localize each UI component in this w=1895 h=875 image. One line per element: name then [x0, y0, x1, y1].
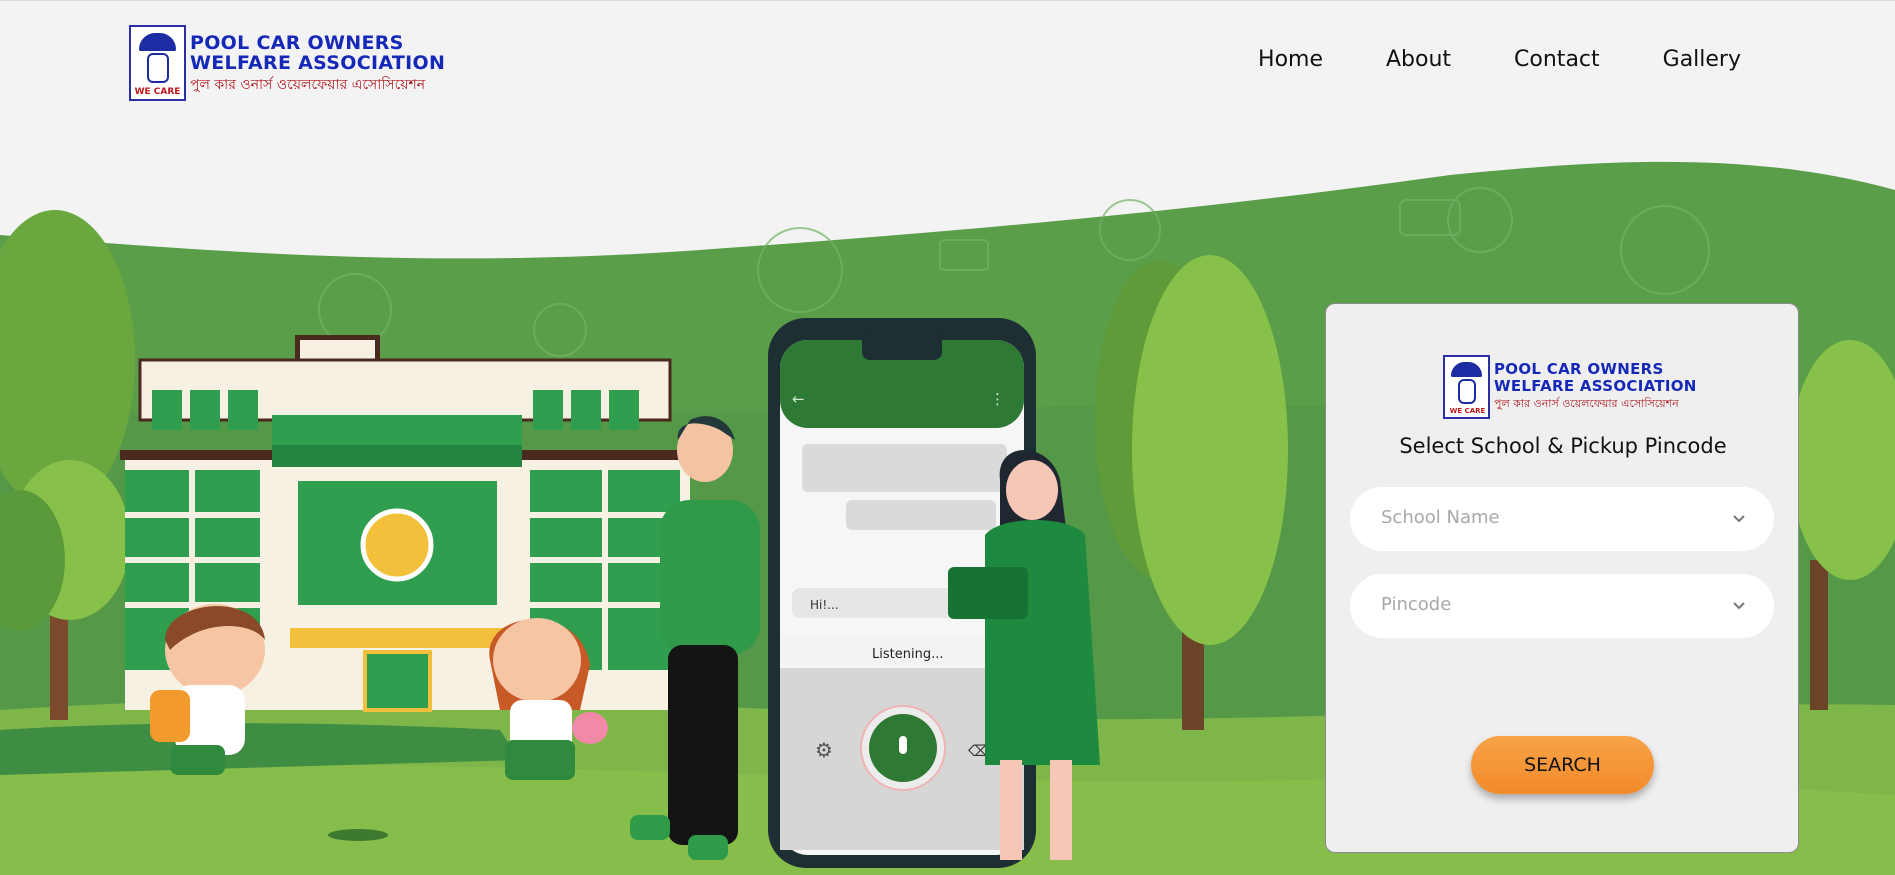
more-vert-icon: ⋮: [990, 390, 1005, 408]
logo-title-line2: WELFARE ASSOCIATION: [190, 52, 446, 74]
chevron-down-icon: [1733, 515, 1745, 523]
card-logo-bengali: পুল কার ওনার্স ওয়েলফেয়ার এসোসিয়েশন: [1494, 397, 1679, 410]
school-name-placeholder: School Name: [1381, 507, 1500, 528]
logo-title-line1: POOL CAR OWNERS: [190, 32, 404, 54]
logo-bengali-title: পুল কার ওনার্স ওয়েলফেয়ার এসোসিয়েশন: [190, 77, 426, 93]
school-clock: [360, 508, 434, 582]
phone-greeting: Hi!...: [810, 598, 839, 612]
phone-status: Listening...: [872, 647, 943, 662]
logo-emblem: WE CARE: [129, 25, 186, 101]
search-button[interactable]: SEARCH: [1471, 736, 1654, 794]
logo-badge: WE CARE: [1449, 407, 1486, 415]
pincode-select[interactable]: Pincode: [1350, 574, 1774, 638]
logo-emblem: WE CARE: [1443, 355, 1490, 419]
site-logo[interactable]: WE CARE POOL CAR OWNERS WELFARE ASSOCIAT…: [129, 25, 445, 101]
gear-icon: ⚙: [815, 738, 833, 762]
card-title: Select School & Pickup Pincode: [1399, 434, 1727, 458]
card-logo: WE CARE POOL CAR OWNERS WELFARE ASSOCIAT…: [1443, 355, 1697, 419]
card-logo-line1: POOL CAR OWNERS: [1494, 360, 1664, 378]
chevron-down-icon: [1733, 602, 1745, 610]
pincode-placeholder: Pincode: [1381, 594, 1452, 615]
logo-badge: WE CARE: [134, 87, 181, 97]
site-header: WE CARE POOL CAR OWNERS WELFARE ASSOCIAT…: [0, 0, 1895, 110]
family-icon: [1458, 379, 1476, 404]
umbrella-icon: [139, 33, 176, 51]
nav-about[interactable]: About: [1386, 47, 1451, 72]
umbrella-icon: [1451, 362, 1482, 377]
nav-gallery[interactable]: Gallery: [1663, 47, 1741, 72]
family-icon: [147, 53, 169, 83]
school-name-select[interactable]: School Name: [1350, 487, 1774, 551]
back-arrow-icon: ←: [792, 390, 805, 408]
search-card: WE CARE POOL CAR OWNERS WELFARE ASSOCIAT…: [1325, 303, 1799, 853]
nav-home[interactable]: Home: [1258, 47, 1323, 72]
main-nav: Home About Contact Gallery: [1258, 47, 1741, 72]
nav-contact[interactable]: Contact: [1514, 47, 1600, 72]
card-logo-line2: WELFARE ASSOCIATION: [1494, 377, 1697, 395]
